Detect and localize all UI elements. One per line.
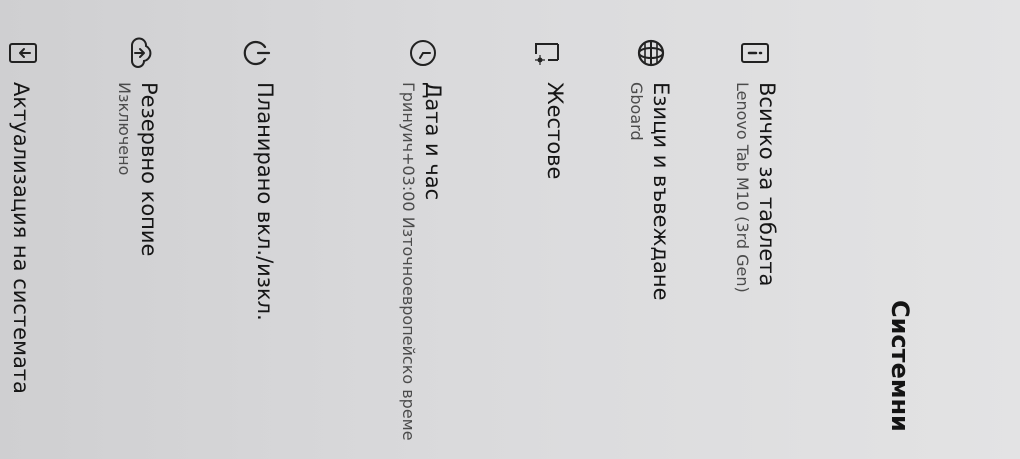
cloud-backup-icon <box>124 36 158 70</box>
system-update-icon <box>6 36 40 70</box>
globe-icon <box>634 36 668 70</box>
settings-item-summary: Гринуич+03:00 Източноевропейско време <box>399 82 418 441</box>
settings-item-label: Жестове <box>543 82 567 180</box>
gestures-icon <box>530 36 564 70</box>
settings-item-label: Дата и час <box>421 82 445 201</box>
settings-item-summary: Lenovo Tab M10 (3rd Gen) <box>733 82 752 293</box>
settings-item-label: Всичко за таблета <box>755 82 779 287</box>
page-title: Системни <box>886 300 914 432</box>
settings-item-label: Езици и въвеждане <box>649 82 673 301</box>
tablet-info-icon <box>738 36 772 70</box>
settings-item-label: Резервно копие <box>137 82 161 257</box>
settings-item-summary: Gboard <box>627 82 646 141</box>
power-icon <box>240 36 274 70</box>
settings-item-summary: Изключено <box>115 82 134 176</box>
settings-item-label: Планирано вкл./изкл. <box>253 82 277 321</box>
settings-item-label: Актуализация на системата <box>9 82 33 394</box>
clock-icon <box>406 36 440 70</box>
settings-screen: Системни Всичко за таблета Lenovo Tab M1… <box>0 0 1020 459</box>
